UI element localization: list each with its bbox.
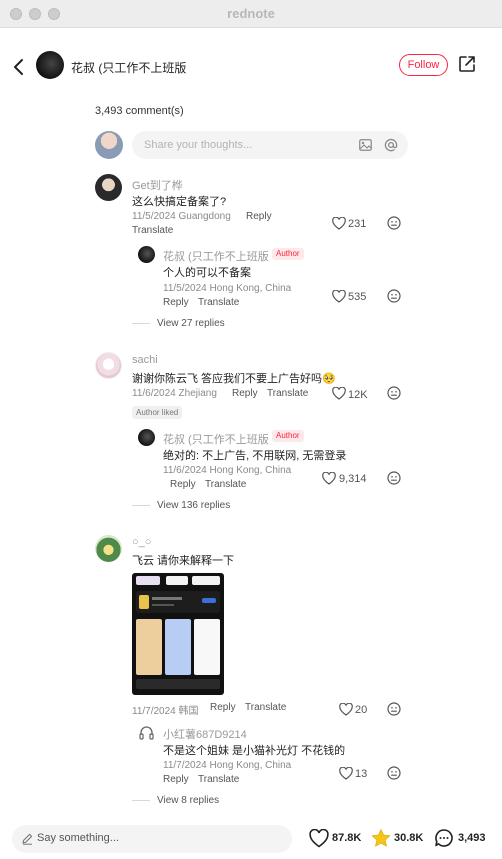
comment-text: 谢谢你陈云飞 答应我们不要上广告好吗🥺 bbox=[132, 373, 336, 385]
divider bbox=[132, 323, 150, 324]
comment-meta: 11/5/2024 Guangdong bbox=[132, 211, 231, 222]
like-count: 12K bbox=[348, 389, 368, 401]
reply-button[interactable]: Reply bbox=[232, 388, 258, 399]
author-liked-badge: Author liked bbox=[132, 406, 183, 419]
heart-icon[interactable] bbox=[339, 767, 353, 780]
window-title: rednote bbox=[227, 6, 275, 21]
translate-button[interactable]: Translate bbox=[205, 479, 246, 490]
heart-icon[interactable] bbox=[332, 290, 346, 303]
commenter-avatar[interactable] bbox=[95, 352, 122, 379]
emoji-icon[interactable] bbox=[387, 702, 401, 716]
view-replies-button[interactable]: View 136 replies bbox=[157, 500, 230, 511]
emoji-icon[interactable] bbox=[387, 216, 401, 230]
view-replies-button[interactable]: View 8 replies bbox=[157, 795, 219, 806]
comments-count: 3,493 bbox=[458, 832, 486, 844]
collects-count: 30.8K bbox=[394, 832, 424, 844]
commenter-avatar[interactable] bbox=[95, 174, 122, 201]
reply-button[interactable]: Reply bbox=[246, 211, 272, 222]
reply-meta: 11/5/2024 Hong Kong, China bbox=[163, 283, 292, 294]
pencil-icon bbox=[22, 833, 33, 845]
reply-button[interactable]: Reply bbox=[163, 774, 189, 785]
reply-button[interactable]: Reply bbox=[163, 297, 189, 308]
reply-meta: 11/6/2024 Hong Kong, China bbox=[163, 465, 292, 476]
comment-text: 飞云 请你来解释一下 bbox=[132, 555, 235, 567]
replier-name[interactable]: 花叔 (只工作不上班版 bbox=[163, 431, 269, 447]
reply-button[interactable]: Reply bbox=[210, 702, 236, 713]
comment-meta: 11/6/2024 Zhejiang bbox=[132, 388, 217, 399]
comment-count: 3,493 comment(s) bbox=[95, 105, 184, 117]
current-user-avatar bbox=[95, 131, 123, 159]
commenter-avatar[interactable] bbox=[95, 535, 122, 562]
mention-icon[interactable] bbox=[384, 138, 398, 152]
reply-text: 个人的可以不备案 bbox=[163, 267, 251, 279]
star-icon[interactable] bbox=[371, 828, 391, 848]
commenter-name[interactable]: Get到了桦 bbox=[132, 177, 183, 193]
replier-avatar[interactable] bbox=[138, 246, 155, 263]
replier-name[interactable]: 小红薯687D9214 bbox=[163, 726, 247, 742]
like-count: 13 bbox=[355, 768, 368, 780]
bottom-bar: Say something... 87.8K 30.8K 3,493 bbox=[0, 819, 502, 859]
author-name[interactable]: 花叔 (只工作不上班版 bbox=[71, 59, 186, 76]
say-something-placeholder: Say something... bbox=[37, 832, 119, 844]
emoji-icon[interactable] bbox=[387, 386, 401, 400]
comment-meta: 11/7/2024 韩国 bbox=[132, 706, 199, 717]
heart-icon[interactable] bbox=[332, 387, 346, 400]
translate-button[interactable]: Translate bbox=[132, 225, 173, 236]
emoji-icon[interactable] bbox=[387, 766, 401, 780]
follow-button[interactable]: Follow bbox=[399, 54, 448, 76]
likes-count: 87.8K bbox=[332, 832, 362, 844]
share-icon[interactable] bbox=[458, 55, 476, 73]
note-header: 花叔 (只工作不上班版 Follow bbox=[0, 28, 502, 106]
comment-text: 这么快搞定备案了? bbox=[132, 196, 227, 208]
like-heart-icon[interactable] bbox=[309, 829, 329, 848]
commenter-name[interactable]: ○_○ bbox=[132, 536, 151, 548]
reply-text: 不是这个姐妹 是小猫补光灯 不花钱的 bbox=[163, 745, 346, 757]
headphones-avatar-icon[interactable] bbox=[138, 724, 155, 741]
heart-icon[interactable] bbox=[332, 217, 346, 230]
like-count: 535 bbox=[348, 291, 367, 303]
translate-button[interactable]: Translate bbox=[245, 702, 286, 713]
divider bbox=[132, 800, 150, 801]
reply-text: 绝对的: 不上广告, 不用联网, 无需登录 bbox=[163, 450, 347, 462]
say-something-input[interactable]: Say something... bbox=[12, 825, 292, 853]
view-replies-button[interactable]: View 27 replies bbox=[157, 318, 225, 329]
emoji-icon[interactable] bbox=[387, 289, 401, 303]
translate-button[interactable]: Translate bbox=[267, 388, 308, 399]
author-badge: Author bbox=[272, 430, 304, 442]
like-count: 20 bbox=[355, 704, 368, 716]
window-titlebar: rednote bbox=[0, 0, 502, 28]
replier-name[interactable]: 花叔 (只工作不上班版 bbox=[163, 248, 269, 264]
comment-image[interactable] bbox=[132, 573, 224, 695]
heart-icon[interactable] bbox=[322, 472, 336, 485]
reply-meta: 11/7/2024 Hong Kong, China bbox=[163, 760, 292, 771]
like-count: 231 bbox=[348, 218, 367, 230]
emoji-icon[interactable] bbox=[387, 471, 401, 485]
commenter-name[interactable]: sachi bbox=[132, 354, 158, 366]
translate-button[interactable]: Translate bbox=[198, 297, 239, 308]
reply-button[interactable]: Reply bbox=[170, 479, 196, 490]
image-icon[interactable] bbox=[359, 139, 372, 151]
heart-icon[interactable] bbox=[339, 703, 353, 716]
like-count: 9,314 bbox=[339, 473, 367, 485]
replier-avatar[interactable] bbox=[138, 429, 155, 446]
author-avatar[interactable] bbox=[36, 51, 64, 79]
comment-bubble-icon[interactable] bbox=[434, 828, 454, 848]
translate-button[interactable]: Translate bbox=[198, 774, 239, 785]
divider bbox=[132, 505, 150, 506]
back-arrow-icon[interactable] bbox=[10, 55, 28, 79]
author-badge: Author bbox=[272, 248, 304, 260]
